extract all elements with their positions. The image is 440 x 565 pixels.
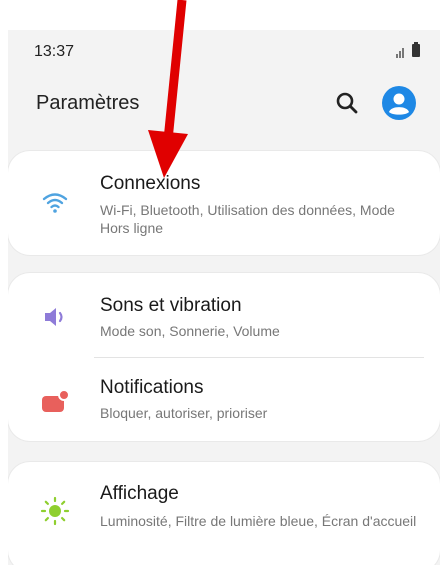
settings-screen: 13:37 Paramètres Connexions Wi-Fi, Bluet… — [8, 30, 440, 565]
item-subtitle: Wi-Fi, Bluetooth, Utilisation des donnée… — [100, 202, 395, 236]
status-time: 13:37 — [34, 43, 75, 60]
page-header: Paramètres — [8, 86, 440, 120]
signal-icon — [394, 44, 408, 58]
item-title: Notifications — [100, 377, 204, 398]
notification-icon — [42, 389, 70, 412]
account-button[interactable] — [382, 86, 416, 120]
item-title: Connexions — [100, 173, 201, 194]
page-title: Paramètres — [36, 92, 140, 114]
wifi-icon — [42, 193, 68, 213]
brightness-icon — [40, 496, 70, 526]
volume-icon — [45, 308, 63, 326]
item-title: Affichage — [100, 483, 179, 504]
display-card: Affichage Luminosité, Filtre de lumière … — [8, 462, 440, 565]
status-icons — [394, 42, 420, 58]
battery-icon — [412, 42, 420, 57]
search-icon — [336, 92, 358, 114]
settings-item-connexions[interactable]: Connexions Wi-Fi, Bluetooth, Utilisation… — [8, 151, 440, 255]
search-button[interactable] — [334, 90, 360, 116]
status-bar: 13:37 — [8, 30, 440, 74]
settings-item-notifications[interactable]: Notifications Bloquer, autoriser, priori… — [8, 358, 440, 441]
item-subtitle: Luminosité, Filtre de lumière bleue, Écr… — [100, 513, 417, 529]
sound-notifications-card: Sons et vibration Mode son, Sonnerie, Vo… — [8, 273, 440, 441]
item-subtitle: Mode son, Sonnerie, Volume — [100, 323, 280, 339]
settings-item-sons-et-vibration[interactable]: Sons et vibration Mode son, Sonnerie, Vo… — [8, 273, 440, 357]
settings-item-affichage[interactable]: Affichage Luminosité, Filtre de lumière … — [8, 462, 440, 565]
account-icon — [382, 86, 416, 120]
connections-card: Connexions Wi-Fi, Bluetooth, Utilisation… — [8, 151, 440, 255]
item-subtitle: Bloquer, autoriser, prioriser — [100, 405, 268, 421]
item-title: Sons et vibration — [100, 295, 242, 316]
